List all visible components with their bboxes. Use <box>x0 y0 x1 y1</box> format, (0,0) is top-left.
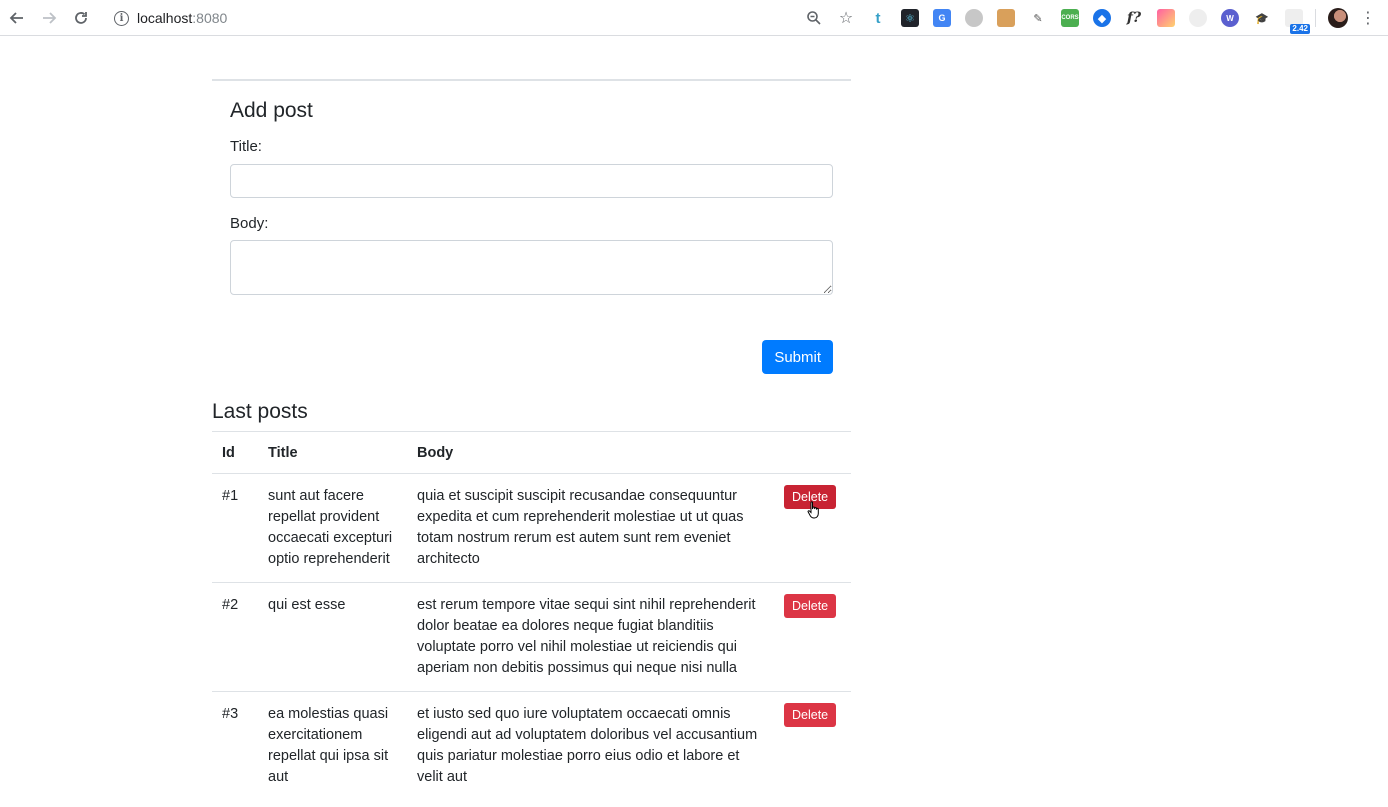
column-header-id: Id <box>212 431 258 474</box>
reload-icon[interactable] <box>70 7 92 29</box>
column-header-title: Title <box>258 431 407 474</box>
zoom-icon[interactable] <box>805 9 823 27</box>
top-divider <box>212 79 851 81</box>
more-menu-icon[interactable]: ⋮ <box>1360 8 1376 28</box>
react-devtools-icon[interactable]: ⚛ <box>901 9 919 27</box>
delete-button[interactable]: Delete <box>784 594 837 618</box>
cors-extension-icon[interactable]: CORS <box>1061 9 1079 27</box>
eyedropper-extension-icon[interactable]: ✎ <box>1029 9 1047 27</box>
drop-extension-icon[interactable]: ◆ <box>1093 9 1111 27</box>
posts-table: Id Title Body #1 sunt aut facere repella… <box>212 431 851 800</box>
column-header-actions <box>774 431 851 474</box>
forward-arrow-icon[interactable] <box>38 7 60 29</box>
title-input[interactable] <box>230 163 833 198</box>
dial-extension-icon[interactable] <box>1189 9 1207 27</box>
table-header-row: Id Title Body <box>212 431 851 474</box>
back-arrow-icon[interactable] <box>6 7 28 29</box>
extension-bar: ☆ t ⚛ G ✎ CORS ◆ f? W 🎓 2.42 ⋮ <box>791 6 1376 34</box>
post-title: sunt aut facere repellat provident occae… <box>258 473 407 583</box>
title-label: Title: <box>230 138 262 156</box>
post-body: et iusto sed quo iure voluptatem occaeca… <box>407 691 774 800</box>
post-actions: Delete <box>774 691 851 800</box>
url-port: :8080 <box>192 10 228 26</box>
hat-extension-icon[interactable]: 🎓 <box>1253 9 1271 27</box>
extension-badge: 2.42 <box>1290 24 1310 34</box>
table-row: #3 ea molestias quasi exercitationem rep… <box>212 691 851 800</box>
body-textarea[interactable] <box>230 240 833 296</box>
hand-cursor-icon <box>807 501 821 524</box>
post-id: #3 <box>212 691 258 800</box>
post-actions: Delete <box>774 473 851 583</box>
table-row: #2 qui est esse est rerum tempore vitae … <box>212 582 851 692</box>
post-title: qui est esse <box>258 582 407 692</box>
post-title: ea molestias quasi exercitationem repell… <box>258 691 407 800</box>
add-post-form: Add post Title: Body: Submit <box>230 98 833 374</box>
bookmark-star-icon[interactable]: ☆ <box>837 9 855 27</box>
post-id: #2 <box>212 582 258 692</box>
wa-extension-icon[interactable]: W <box>1221 9 1239 27</box>
metrics-extension-icon[interactable]: 2.42 <box>1285 9 1310 34</box>
last-posts-heading: Last posts <box>212 400 308 423</box>
toolbar-divider <box>1315 9 1316 27</box>
post-body: quia et suscipit suscipit recusandae con… <box>407 473 774 583</box>
tumblr-extension-icon[interactable]: t <box>869 9 887 27</box>
profile-avatar[interactable] <box>1328 8 1348 28</box>
post-actions: Delete <box>774 582 851 692</box>
circle-extension-icon[interactable] <box>965 9 983 27</box>
gradient-extension-icon[interactable] <box>1157 9 1175 27</box>
post-body: est rerum tempore vitae sequi sint nihil… <box>407 582 774 692</box>
column-header-body: Body <box>407 431 774 474</box>
url-host: localhost <box>137 10 193 26</box>
add-post-heading: Add post <box>230 99 313 122</box>
post-id: #1 <box>212 473 258 583</box>
translate-extension-icon[interactable]: G <box>933 9 951 27</box>
browser-toolbar: i localhost:8080 ☆ t ⚛ G ✎ CORS ◆ f? W 🎓… <box>0 0 1388 36</box>
site-info-icon[interactable]: i <box>114 10 129 26</box>
delete-button[interactable]: Delete <box>784 703 837 727</box>
address-bar[interactable]: i localhost:8080 <box>110 6 770 30</box>
table-row: #1 sunt aut facere repellat provident oc… <box>212 473 851 583</box>
character-extension-icon[interactable] <box>997 9 1015 27</box>
function-extension-icon[interactable]: f? <box>1125 9 1143 27</box>
submit-button[interactable]: Submit <box>762 340 833 374</box>
body-label: Body: <box>230 214 269 232</box>
